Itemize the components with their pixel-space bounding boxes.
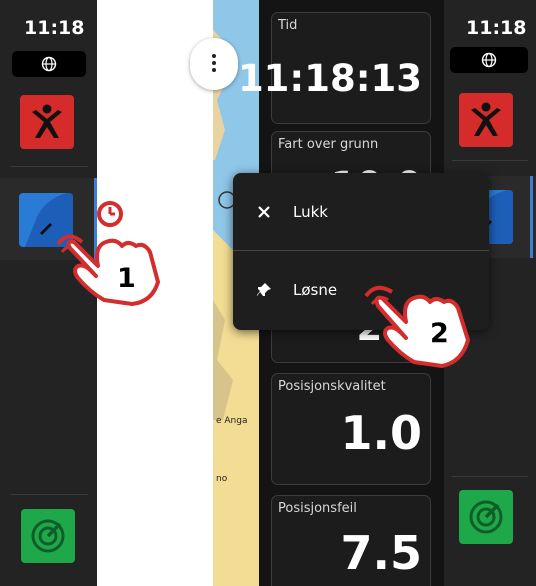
data-card-position-error[interactable]: Posisjonsfeil 7.5	[271, 495, 431, 586]
radar-icon	[469, 500, 503, 534]
data-card-label: Tid	[278, 18, 298, 33]
clock-time: 11:18	[24, 17, 85, 39]
tap-hand-icon	[364, 285, 470, 368]
man-overboard-button[interactable]	[459, 93, 513, 147]
data-card-value: 11:18:13	[237, 57, 422, 100]
globe-icon	[481, 52, 497, 68]
close-menu-label: Lukk	[293, 203, 328, 221]
gps-status-button[interactable]	[12, 51, 86, 77]
close-icon	[258, 206, 270, 218]
man-overboard-icon	[32, 104, 62, 138]
radar-app-button[interactable]	[459, 490, 513, 544]
map-place-label: e Anga	[216, 416, 248, 426]
close-menu-item[interactable]: Lukk	[233, 173, 489, 251]
data-card-label: Posisjonskvalitet	[278, 379, 386, 394]
map-place-label: no	[216, 474, 228, 484]
man-overboard-button[interactable]	[20, 95, 74, 149]
sidebar-divider	[452, 160, 528, 161]
data-card-time[interactable]: Tid 11:18:13	[238, 12, 431, 124]
sidebar-divider	[10, 166, 88, 167]
radar-icon	[31, 519, 65, 553]
data-card-value: 1.0	[340, 406, 423, 460]
step-1-badge: 1	[117, 263, 136, 294]
menu-dot-icon	[212, 54, 216, 58]
step-2-badge: 2	[430, 318, 449, 349]
data-card-position-quality[interactable]: Posisjonskvalitet 1.0	[271, 373, 431, 485]
sidebar-divider-bottom	[452, 476, 528, 477]
globe-icon	[41, 56, 57, 72]
unpin-menu-label: Løsne	[293, 281, 338, 299]
data-card-label: Posisjonsfeil	[278, 501, 357, 516]
long-press-hand-icon	[56, 201, 160, 306]
data-card-value: 7.5	[340, 526, 423, 580]
chart-menu-button[interactable]	[190, 38, 238, 90]
data-card-label: Fart over grunn	[278, 137, 379, 152]
gps-status-button[interactable]	[450, 47, 528, 73]
chart-scroll-indicator	[530, 176, 533, 258]
clock-time: 11:18	[466, 17, 527, 39]
sidebar-divider-bottom	[10, 494, 88, 495]
menu-dot-icon	[212, 68, 216, 72]
menu-dot-icon	[212, 61, 216, 65]
man-overboard-icon	[471, 102, 501, 136]
radar-app-button[interactable]	[21, 509, 75, 563]
pin-icon	[257, 283, 271, 296]
